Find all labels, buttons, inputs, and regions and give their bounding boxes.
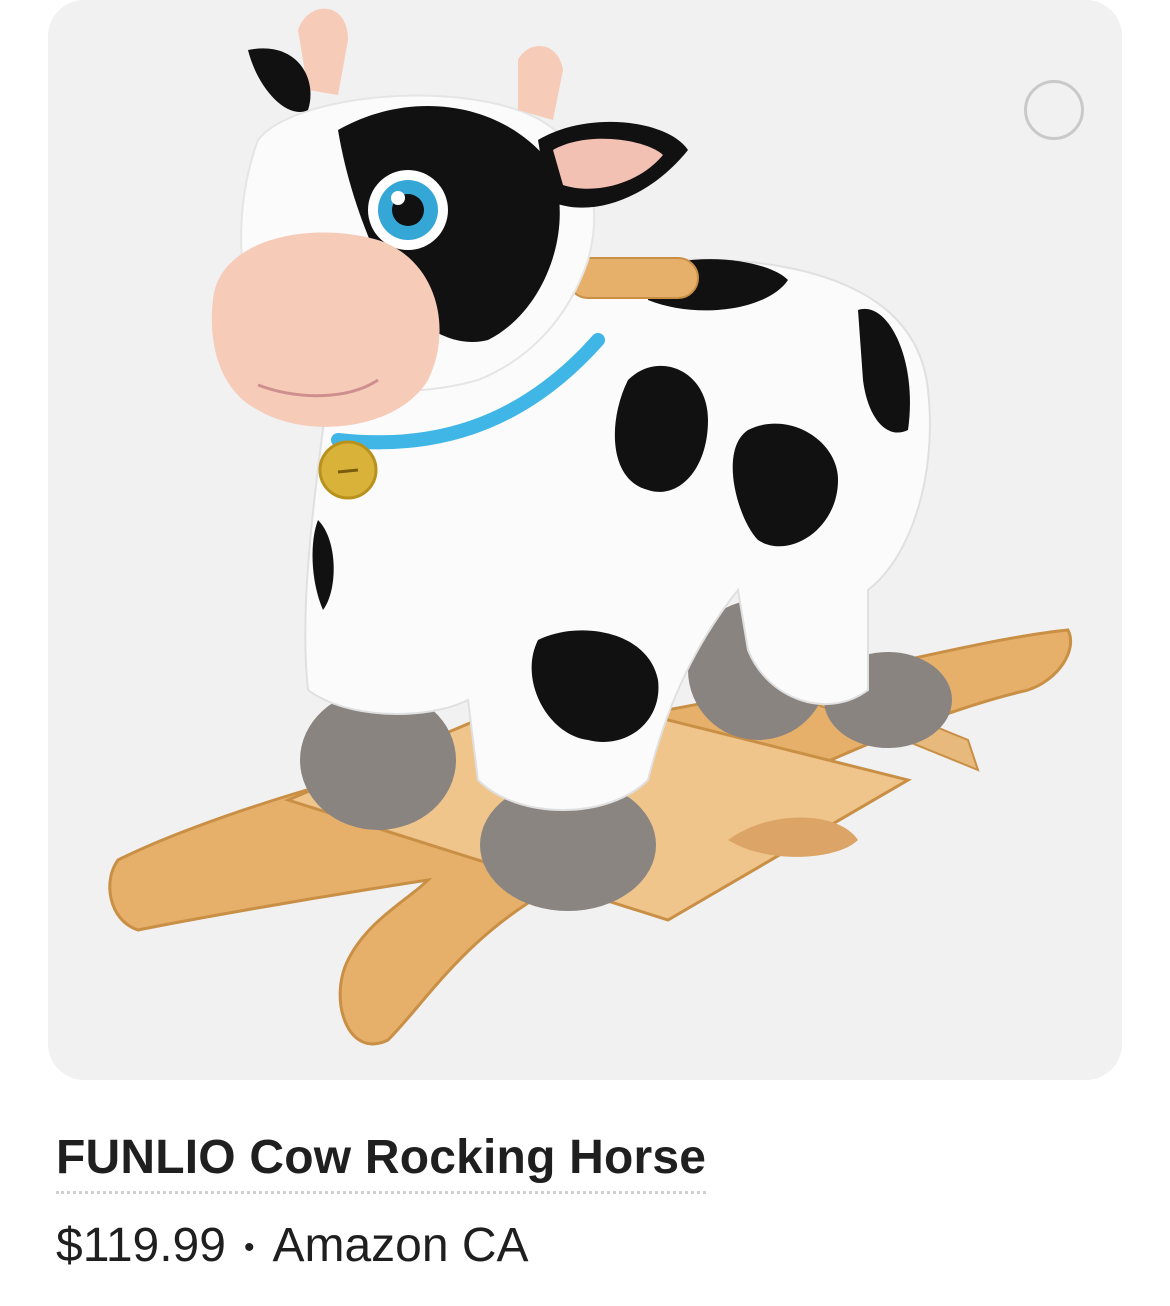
- separator-dot: •: [243, 1231, 255, 1265]
- product-image: [108, 8, 1073, 1046]
- product-title[interactable]: FUNLIO Cow Rocking Horse: [56, 1130, 707, 1194]
- product-price: $119.99: [56, 1219, 226, 1272]
- product-image-card[interactable]: [48, 0, 1122, 1080]
- price-and-store: $119.99 • Amazon CA: [56, 1218, 529, 1273]
- select-circle-icon[interactable]: [1024, 80, 1084, 140]
- store-name: Amazon CA: [272, 1219, 529, 1272]
